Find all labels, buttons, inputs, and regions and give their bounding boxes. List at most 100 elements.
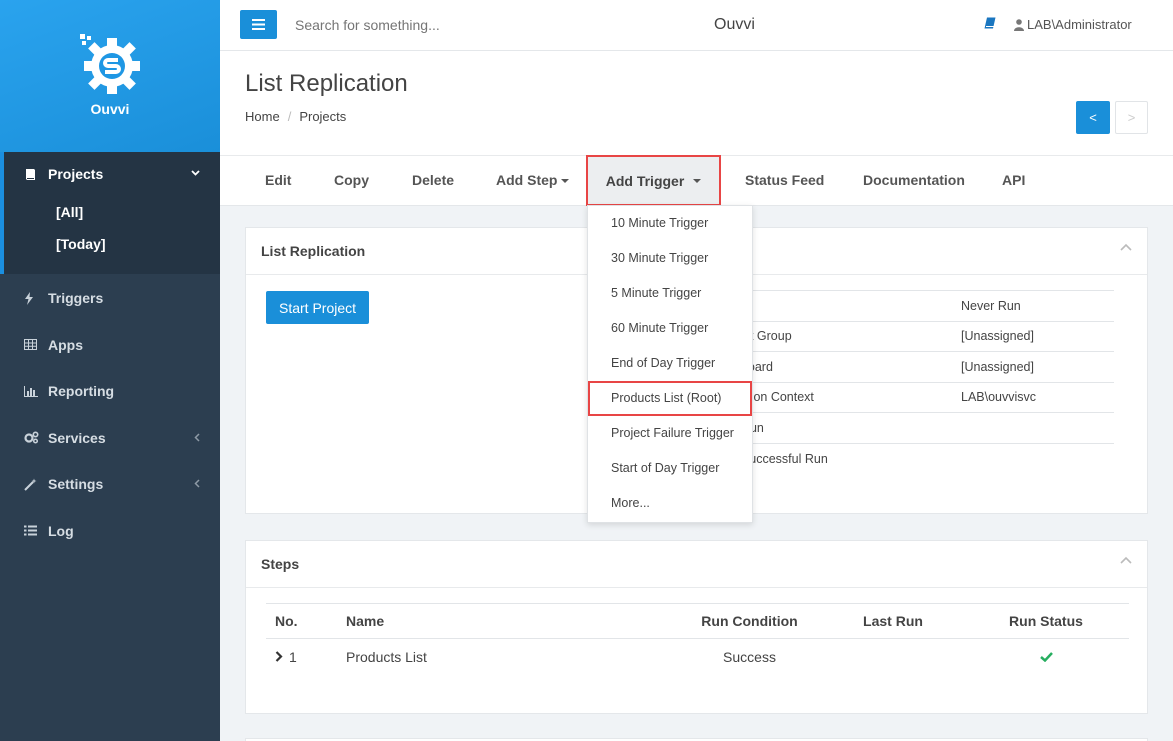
chevron-up-icon[interactable] (1120, 243, 1132, 251)
check-icon (1039, 651, 1053, 662)
info-label: t Successful Run (734, 442, 961, 474)
sidebar: Ouvvi Projects [All] [Today] Triggers Ap… (0, 0, 220, 741)
sidebar-item-label: Apps (48, 336, 83, 353)
breadcrumb: Home / Projects (245, 109, 346, 124)
table-row: t Successful Run (734, 442, 1114, 474)
dropdown-item-start-of-day-trigger[interactable]: Start of Day Trigger (588, 451, 752, 486)
dropdown-item-5-minute-trigger[interactable]: 5 Minute Trigger (588, 276, 752, 311)
tab-copy[interactable]: Copy (334, 172, 369, 188)
table-row: 1 Products List Success (266, 639, 1129, 675)
magic-wand-icon (24, 478, 42, 491)
dropdown-item-more[interactable]: More... (588, 486, 752, 521)
dropdown-item-30-minute-trigger[interactable]: 30 Minute Trigger (588, 241, 752, 276)
table-row: tusNever Run (734, 290, 1114, 321)
col-run-condition: Run Condition (676, 603, 823, 639)
tab-edit[interactable]: Edit (265, 172, 291, 188)
tab-delete[interactable]: Delete (412, 172, 454, 188)
chevron-right-icon[interactable] (275, 650, 283, 662)
brand: Ouvvi (0, 0, 220, 152)
start-project-button[interactable]: Start Project (266, 291, 369, 324)
breadcrumb-projects[interactable]: Projects (299, 109, 346, 124)
table-icon (24, 339, 42, 351)
panel-header: Steps (246, 541, 1147, 588)
table-row: hboard [Unassigned] (734, 351, 1114, 382)
step-no: 1 (289, 648, 297, 665)
caret-down-icon (561, 179, 570, 184)
breadcrumb-home[interactable]: Home (245, 109, 280, 124)
project-info-table: tusNever Run ject Group[Unassigned] hboa… (734, 290, 1114, 474)
prev-button[interactable]: < (1076, 101, 1110, 134)
step-name-link[interactable]: Products List (346, 639, 676, 675)
info-value: Never Run (961, 290, 1114, 321)
sidebar-item-triggers[interactable]: Triggers (0, 275, 220, 322)
bar-chart-icon (24, 385, 42, 397)
step-no-cell: 1 (266, 639, 346, 675)
panel-title: List Replication (261, 243, 366, 259)
sidebar-item-label: Log (48, 522, 74, 539)
tab-documentation[interactable]: Documentation (863, 172, 965, 188)
table-header-row: No. Name Run Condition Last Run Run Stat… (266, 603, 1129, 639)
info-label: ject Group (734, 320, 961, 352)
dropdown-item-project-failure-trigger[interactable]: Project Failure Trigger (588, 416, 752, 451)
col-name: Name (346, 603, 676, 639)
tab-add-trigger[interactable]: Add Trigger (586, 155, 721, 206)
steps-panel: Steps No. Name Run Condition Last Run Ru… (245, 540, 1148, 714)
sidebar-item-log[interactable]: Log (0, 508, 220, 555)
search-input[interactable] (295, 17, 595, 33)
dropdown-item-products-list-root[interactable]: Products List (Root) (588, 381, 752, 416)
sidebar-item-label: Services (48, 429, 106, 446)
sidebar-item-apps[interactable]: Apps (0, 322, 220, 369)
dropdown-item-end-of-day-trigger[interactable]: End of Day Trigger (588, 346, 752, 381)
col-run-status: Run Status (963, 603, 1129, 639)
tab-add-step[interactable]: Add Step (496, 172, 570, 188)
step-last-run (823, 639, 963, 675)
tab-status-feed[interactable]: Status Feed (745, 172, 824, 188)
bolt-icon (24, 291, 42, 305)
topbar: Ouvvi LAB\Administrator (220, 0, 1173, 51)
chevron-left-icon (194, 477, 200, 491)
cogs-icon (24, 431, 42, 444)
info-value (961, 442, 1114, 474)
col-no: No. (266, 603, 346, 639)
steps-table: No. Name Run Condition Last Run Run Stat… (266, 603, 1129, 675)
info-label: t Run (734, 412, 961, 443)
nav-projects-group: Projects [All] [Today] (0, 152, 220, 274)
user-menu[interactable]: LAB\Administrator (1014, 17, 1132, 32)
sidebar-subitem-all[interactable]: [All] (4, 196, 220, 228)
step-run-status (963, 639, 1129, 675)
chevron-left-icon (194, 431, 200, 445)
sidebar-subitem-today[interactable]: [Today] (4, 228, 220, 260)
sidebar-item-settings[interactable]: Settings (0, 461, 220, 508)
user-icon (1014, 18, 1024, 31)
chevron-down-icon (191, 167, 200, 179)
caret-down-icon (693, 178, 702, 183)
info-label: tus (734, 290, 961, 321)
sidebar-item-reporting[interactable]: Reporting (0, 368, 220, 415)
app-title: Ouvvi (714, 16, 755, 33)
info-label: hboard (734, 351, 961, 382)
table-row: ject Group [Unassigned] (734, 320, 1114, 352)
tab-label: Add Trigger (605, 172, 685, 189)
sidebar-item-label: Triggers (48, 290, 104, 307)
col-last-run: Last Run (823, 603, 963, 639)
action-tabbar: Edit Copy Delete Add Step Add Trigger St… (220, 155, 1173, 206)
sidebar-item-label: Reporting (48, 383, 115, 400)
table-row: cution Context LAB\ouvvisvc (734, 381, 1114, 413)
dropdown-item-60-minute-trigger[interactable]: 60 Minute Trigger (588, 311, 752, 346)
dropdown-item-10-minute-trigger[interactable]: 10 Minute Trigger (588, 206, 752, 241)
tab-label: Add Step (496, 172, 558, 188)
execution-context-link[interactable]: LAB\ouvvisvc (961, 381, 1114, 413)
tab-api[interactable]: API (1002, 172, 1025, 188)
sidebar-item-services[interactable]: Services (0, 415, 220, 462)
panel-title: Steps (261, 556, 300, 572)
next-button[interactable]: > (1115, 101, 1148, 134)
add-trigger-dropdown: 10 Minute Trigger 30 Minute Trigger 5 Mi… (587, 205, 753, 523)
sidebar-item-projects[interactable]: Projects (4, 152, 220, 196)
chevron-up-icon[interactable] (1120, 556, 1132, 564)
sidebar-item-label: Settings (48, 476, 104, 493)
menu-toggle-button[interactable] (240, 10, 277, 39)
info-value: [Unassigned] (961, 351, 1114, 382)
info-value: [Unassigned] (961, 320, 1114, 352)
book-icon[interactable] (984, 17, 996, 30)
info-value (961, 412, 1114, 443)
